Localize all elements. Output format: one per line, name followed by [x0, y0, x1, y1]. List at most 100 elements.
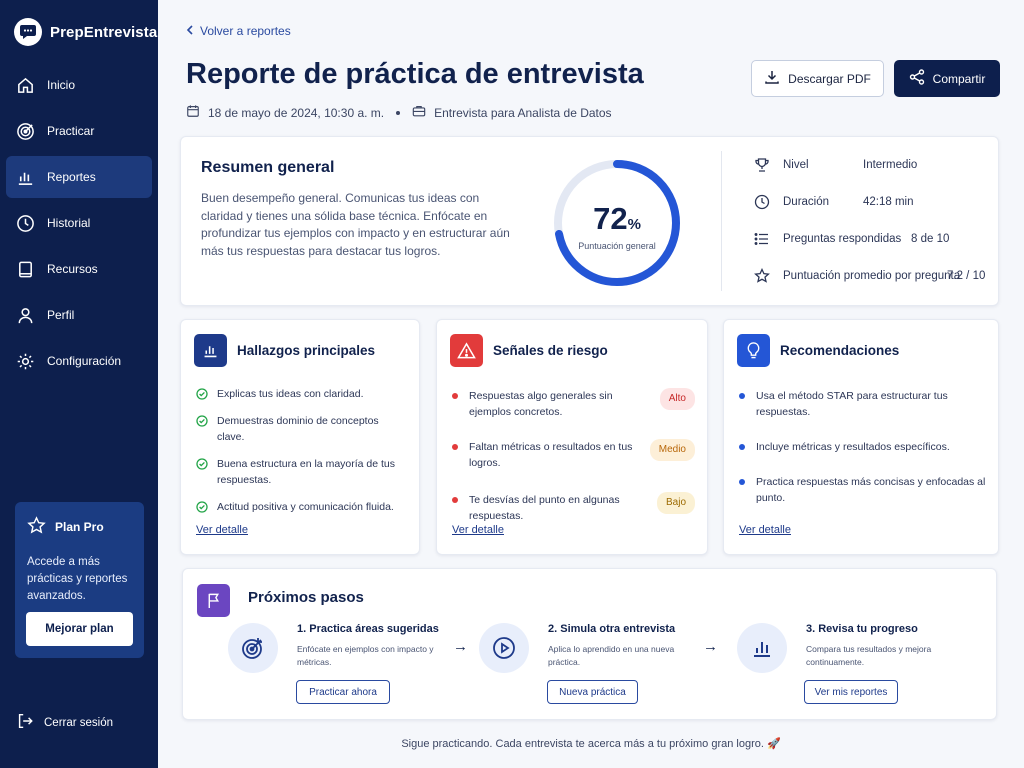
- view-reports-button[interactable]: Ver mis reportes: [804, 680, 898, 704]
- list-item: Explicas tus ideas con claridad.: [196, 386, 407, 402]
- sidebar-nav: Inicio Practicar Reportes Historial Recu…: [6, 64, 152, 386]
- warning-icon: [450, 334, 483, 367]
- step-3-title: 3. Revisa tu progreso: [806, 623, 918, 635]
- sidebar-item-label: Recursos: [47, 262, 98, 276]
- list-item: Usa el método STAR para estructurar tus …: [739, 388, 986, 420]
- list-item: Incluye métricas y resultados específico…: [739, 439, 986, 455]
- risks-title: Señales de riesgo: [493, 343, 608, 358]
- sidebar-item-perfil[interactable]: Perfil: [6, 294, 152, 336]
- sidebar-item-practicar[interactable]: Practicar: [6, 110, 152, 152]
- next-steps-title: Próximos pasos: [248, 589, 364, 606]
- sidebar-item-inicio[interactable]: Inicio: [6, 64, 152, 106]
- arrow-right-icon: →: [453, 638, 468, 655]
- user-icon: [15, 305, 35, 325]
- book-icon: [15, 259, 35, 279]
- severity-badge: Alto: [659, 388, 695, 410]
- sidebar-item-label: Practicar: [47, 124, 95, 138]
- promo-title: Plan Pro: [55, 520, 104, 534]
- sidebar-item-label: Inicio: [47, 78, 76, 92]
- findings-list: Explicas tus ideas con claridad. Demuest…: [196, 386, 407, 515]
- clock-icon: [753, 194, 771, 210]
- recommendations-card: Recomendaciones Usa el método STAR para …: [723, 319, 999, 555]
- upgrade-plan-button[interactable]: Mejorar plan: [26, 612, 133, 646]
- flag-icon: [197, 584, 230, 617]
- play-circle-icon: [479, 623, 529, 673]
- sidebar-item-label: Reportes: [47, 170, 96, 184]
- share-button[interactable]: Compartir: [894, 60, 1000, 97]
- home-icon: [15, 75, 35, 95]
- divider: [721, 151, 722, 291]
- logout-icon: [16, 712, 34, 733]
- bullet-dot: [739, 444, 745, 450]
- sidebar: PrepEntrevista Inicio Practicar Reportes…: [0, 0, 158, 768]
- stat-answered-value: 8 de 10: [911, 233, 950, 245]
- severity-badge: Bajo: [656, 492, 695, 514]
- app-name: PrepEntrevista: [50, 23, 158, 41]
- stat-level-value: Intermedio: [863, 159, 918, 171]
- download-pdf-button[interactable]: Descargar PDF: [751, 60, 884, 97]
- star-icon: [27, 516, 46, 538]
- list-icon: [753, 231, 771, 247]
- plan-pro-card: Plan Pro Accede a más prácticas y report…: [15, 502, 144, 658]
- summary-card: Resumen general Buen desempeño general. …: [180, 136, 999, 306]
- list-item: Faltan métricas o resultados en tus logr…: [452, 439, 695, 471]
- recommendations-title: Recomendaciones: [780, 343, 900, 358]
- recommendations-list: Usa el método STAR para estructurar tus …: [739, 388, 986, 506]
- back-to-reports-link[interactable]: Volver a reportes: [186, 24, 291, 38]
- findings-title: Hallazgos principales: [237, 343, 376, 358]
- list-item: Actitud positiva y comunicación fluida.: [196, 499, 407, 515]
- check-circle-icon: [196, 415, 208, 427]
- bullet-dot: [739, 393, 745, 399]
- footer-message: Sigue practicando. Cada entrevista te ac…: [401, 738, 781, 750]
- step-3-desc: Compara tus resultados y mejora continua…: [806, 644, 932, 667]
- stat-average-value: 7.2 / 10: [947, 270, 986, 282]
- risks-list: Respuestas algo generales sin ejemplos c…: [452, 388, 695, 524]
- back-label: Volver a reportes: [200, 24, 291, 38]
- risks-detail-link[interactable]: Ver detalle: [452, 524, 504, 536]
- download-label: Descargar PDF: [788, 71, 871, 86]
- sidebar-item-historial[interactable]: Historial: [6, 202, 152, 244]
- sidebar-item-recursos[interactable]: Recursos: [6, 248, 152, 290]
- bar-chart-icon: [15, 167, 35, 187]
- next-steps-card: Próximos pasos 1. Practica áreas sugerid…: [182, 568, 997, 720]
- bullet-dot: [452, 444, 458, 450]
- stat-answered: Preguntas respondidas: [753, 231, 901, 247]
- bar-chart-icon: [194, 334, 227, 367]
- clock-icon: [15, 213, 35, 233]
- gear-icon: [15, 351, 35, 371]
- recommendations-detail-link[interactable]: Ver detalle: [739, 524, 791, 536]
- share-label: Compartir: [932, 71, 986, 86]
- list-item: Demuestras dominio de conceptos clave.: [196, 413, 407, 445]
- stat-duration-value: 42:18 min: [863, 196, 914, 208]
- star-icon: [753, 268, 771, 284]
- app-logo[interactable]: PrepEntrevista: [14, 18, 157, 46]
- target-icon: [228, 623, 278, 673]
- bar-chart-icon: [737, 623, 787, 673]
- severity-badge: Medio: [649, 439, 695, 461]
- sidebar-item-configuracion[interactable]: Configuración: [6, 340, 152, 382]
- sidebar-item-label: Configuración: [47, 354, 122, 368]
- findings-detail-link[interactable]: Ver detalle: [196, 524, 248, 536]
- logout-button[interactable]: Cerrar sesión: [16, 712, 113, 733]
- list-item: Te desvías del punto en algunas respuest…: [452, 492, 695, 524]
- calendar-icon: [186, 104, 200, 121]
- page-title: Reporte de práctica de entrevista: [186, 58, 644, 90]
- new-practice-button[interactable]: Nueva práctica: [547, 680, 638, 704]
- step-1-title: 1. Practica áreas sugeridas: [297, 623, 439, 635]
- target-icon: [15, 121, 35, 141]
- check-circle-icon: [196, 501, 208, 513]
- sidebar-item-reportes[interactable]: Reportes: [6, 156, 152, 198]
- separator-dot: [396, 110, 401, 115]
- step-2-desc: Aplica lo aprendido en una nueva práctic…: [548, 644, 675, 667]
- step-2-title: 2. Simula otra entrevista: [548, 623, 676, 635]
- chat-logo-icon: [14, 18, 42, 46]
- list-item: Practica respuestas más concisas y enfoc…: [739, 474, 986, 506]
- logout-label: Cerrar sesión: [44, 716, 114, 729]
- download-icon: [764, 69, 780, 88]
- briefcase-icon: [412, 104, 426, 121]
- bullet-dot: [452, 393, 458, 399]
- practice-now-button[interactable]: Practicar ahora: [296, 680, 390, 704]
- list-item: Respuestas algo generales sin ejemplos c…: [452, 388, 695, 420]
- score-value: 72%: [593, 201, 641, 236]
- stat-level: Nivel: [753, 157, 809, 173]
